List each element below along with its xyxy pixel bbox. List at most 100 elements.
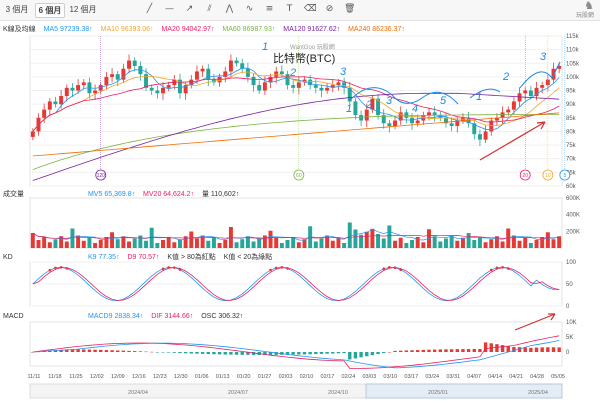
volume-bar: [517, 240, 522, 248]
marker-label: 5: [563, 173, 566, 179]
volume-bar: [387, 225, 392, 248]
kd-overbought-dot: [59, 265, 63, 269]
volume-bar: [511, 235, 516, 248]
volume-bar: [443, 238, 448, 248]
volume-bar: [347, 222, 352, 248]
volume-bar: [336, 237, 341, 248]
osc-bar: [342, 352, 346, 354]
chart-canvas[interactable]: 115k110k105k100k95k90k85k80k75k70k65k60k…: [0, 0, 600, 404]
osc-bar: [382, 352, 386, 354]
candle-body: [30, 131, 35, 137]
volume-bar: [211, 237, 216, 248]
timeline-label: 2024/07: [228, 390, 248, 396]
kd-overbought-dot: [274, 266, 278, 270]
price-tick-label: 110k: [566, 48, 580, 54]
volume-bar: [217, 243, 222, 248]
kd-overbought-dot: [48, 268, 52, 272]
volume-bar: [460, 237, 465, 248]
osc-bar: [212, 352, 216, 355]
candle-body: [364, 109, 369, 121]
kd-overbought-dot: [54, 266, 57, 270]
osc-bar: [99, 349, 103, 352]
candle-body: [76, 85, 81, 91]
osc-bar: [376, 352, 380, 355]
candle-body: [166, 85, 171, 88]
osc-bar: [172, 352, 177, 353]
kd-overbought-dot: [178, 268, 182, 271]
x-tick-label: 01/06: [195, 374, 209, 380]
candle-body: [359, 115, 364, 121]
osc-bar: [444, 349, 448, 352]
volume-bar: [189, 231, 194, 248]
candle-body: [115, 74, 120, 80]
x-tick-label: 02/03: [279, 374, 293, 380]
candle-body: [415, 120, 420, 124]
osc-bar: [359, 352, 363, 358]
volume-bar: [98, 240, 103, 248]
volume-bar: [144, 240, 149, 248]
kd-overbought-dot: [269, 268, 272, 272]
volume-bar: [42, 237, 47, 248]
kd-overbought-dot: [286, 267, 289, 270]
osc-bar: [387, 351, 392, 353]
volume-bar: [545, 232, 550, 248]
candle-body: [53, 101, 58, 105]
candle-body: [251, 76, 256, 86]
price-tick-label: 95k: [566, 89, 577, 95]
volume-bar: [296, 242, 301, 248]
volume-bar: [200, 235, 205, 248]
volume-bar: [393, 240, 398, 248]
osc-bar: [546, 347, 550, 352]
chart-title: 比特幣(BTC): [273, 51, 335, 65]
volume-tick-label: 600K: [566, 196, 580, 202]
candle-body: [500, 112, 505, 118]
price-tick-label: 105k: [566, 61, 580, 67]
volume-bar: [410, 240, 415, 248]
volume-bar: [138, 235, 143, 248]
marker-label: 10: [545, 173, 551, 179]
volume-tick-label: 400K: [566, 213, 580, 219]
candle-body: [279, 71, 284, 75]
osc-bar: [472, 349, 476, 352]
volume-bar: [325, 235, 330, 248]
volume-bar: [223, 240, 228, 248]
x-tick-label: 11/11: [28, 374, 41, 380]
timeline-label: 2025/04: [528, 390, 548, 396]
candle-body: [506, 109, 511, 113]
candle-body: [336, 82, 341, 86]
volume-bar: [477, 237, 482, 248]
x-tick-label: 12/30: [174, 374, 188, 380]
candle-body: [70, 87, 75, 91]
volume-bar: [161, 240, 165, 248]
volume-bar: [421, 242, 426, 248]
volume-bar: [364, 231, 369, 248]
osc-bar: [314, 352, 318, 355]
osc-bar: [551, 347, 556, 352]
candle-body: [132, 60, 137, 66]
osc-bar: [415, 350, 420, 352]
candle-body: [104, 76, 109, 86]
osc-bar: [500, 345, 505, 352]
x-tick-label: 01/20: [237, 374, 251, 380]
volume-bar: [370, 228, 375, 248]
candle-body: [110, 74, 115, 77]
x-tick-label: 12/23: [153, 374, 167, 380]
x-tick-label: 01/13: [216, 374, 230, 380]
volume-tick-label: 200K: [566, 229, 580, 235]
kd-tick-label: 50: [566, 282, 573, 288]
osc-bar: [116, 350, 120, 352]
volume-bar: [489, 239, 494, 248]
candle-body: [291, 85, 296, 88]
osc-bar: [512, 347, 516, 352]
x-tick-label: 03/17: [404, 374, 418, 380]
osc-bar: [206, 352, 210, 355]
volume-bar: [528, 243, 533, 248]
panel-frame: [29, 197, 563, 249]
volume-bar: [455, 240, 460, 248]
volume-bar: [398, 237, 403, 248]
wave-count-label: 2: [365, 99, 372, 111]
osc-bar: [534, 347, 539, 352]
watermark-text: WantGoo 玩股網: [290, 43, 335, 51]
wave-count-label: 4: [412, 103, 418, 115]
x-tick-label: 05/05: [551, 374, 565, 380]
